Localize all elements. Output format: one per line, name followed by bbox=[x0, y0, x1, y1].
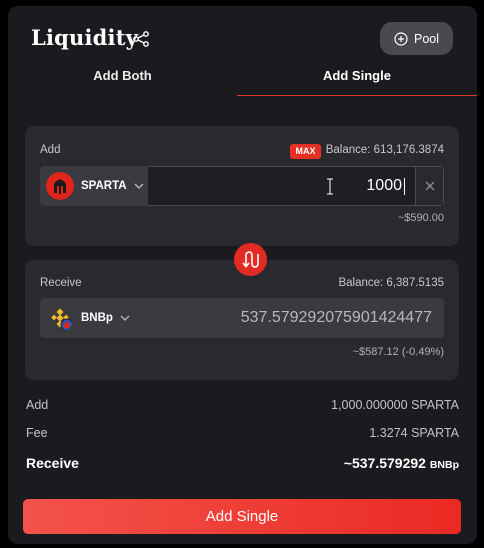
summary-fee-label: Fee bbox=[26, 426, 48, 440]
close-icon bbox=[425, 181, 435, 191]
summary-add-label: Add bbox=[26, 398, 49, 412]
summary-fee-row: Fee 1.3274 SPARTA bbox=[25, 426, 459, 444]
summary-receive-label: Receive bbox=[26, 455, 79, 471]
add-panel-label: Add bbox=[40, 144, 61, 156]
add-token-select[interactable]: SPARTA bbox=[40, 166, 148, 206]
add-amount-input[interactable] bbox=[148, 167, 404, 205]
pool-button[interactable]: Pool bbox=[380, 22, 453, 55]
plus-circle-icon bbox=[394, 31, 408, 46]
pool-button-label: Pool bbox=[413, 31, 440, 46]
add-single-button[interactable]: Add Single bbox=[23, 499, 461, 534]
receive-panel: Receive Balance: 6,387.5135 BNBp 537.579… bbox=[25, 260, 459, 380]
text-cursor-icon bbox=[327, 178, 333, 195]
summary-fee-value: 1.3274 SPARTA bbox=[369, 426, 459, 440]
page-title: Liquidity bbox=[31, 25, 139, 50]
receive-token-select[interactable]: BNBp bbox=[40, 298, 148, 338]
share-icon[interactable] bbox=[132, 30, 150, 48]
chevron-down-icon bbox=[134, 183, 144, 189]
receive-balance: Balance: 6,387.5135 bbox=[338, 277, 444, 289]
tab-add-single[interactable]: Add Single bbox=[237, 68, 477, 96]
receive-panel-label: Receive bbox=[40, 277, 82, 289]
receive-usd-value: ~$587.12 (-0.49%) bbox=[352, 346, 444, 358]
clear-amount-button[interactable] bbox=[415, 167, 443, 205]
swap-arrows-icon bbox=[242, 251, 259, 268]
liquidity-card: Liquidity Pool Add Both Add Single Add M… bbox=[8, 6, 477, 544]
max-button[interactable]: MAX bbox=[290, 144, 321, 159]
sparta-helmet-icon bbox=[46, 172, 74, 200]
add-input-row: SPARTA bbox=[40, 166, 444, 206]
receive-amount-output: 537.579292075901424477 bbox=[148, 298, 444, 338]
bnb-pool-icon bbox=[46, 304, 74, 332]
summary-receive-row: Receive ~537.579292 BNBp bbox=[25, 455, 459, 473]
chevron-down-icon bbox=[120, 315, 130, 321]
add-amount-field bbox=[148, 166, 444, 206]
summary-receive-amount: ~537.579292 bbox=[343, 455, 426, 471]
receive-input-row: BNBp 537.579292075901424477 bbox=[40, 298, 444, 338]
summary-receive-unit: BNBp bbox=[429, 459, 459, 471]
add-usd-value: ~$590.00 bbox=[397, 212, 444, 224]
summary-receive-value: ~537.579292 BNBp bbox=[344, 455, 459, 471]
add-token-symbol: SPARTA bbox=[81, 180, 127, 192]
card-header: Liquidity Pool bbox=[8, 6, 477, 66]
tab-bar: Add Both Add Single bbox=[8, 66, 477, 96]
receive-token-symbol: BNBp bbox=[81, 312, 113, 324]
text-caret bbox=[404, 178, 405, 195]
add-panel: Add MAX Balance: 613,176.3874 SPARTA 100… bbox=[25, 126, 459, 246]
tab-add-both[interactable]: Add Both bbox=[8, 68, 237, 96]
summary-add-value: 1,000.000000 SPARTA bbox=[331, 398, 459, 412]
swap-direction-button[interactable] bbox=[234, 243, 267, 276]
add-balance: Balance: 613,176.3874 bbox=[325, 144, 444, 156]
summary-add-row: Add 1,000.000000 SPARTA bbox=[25, 398, 459, 416]
